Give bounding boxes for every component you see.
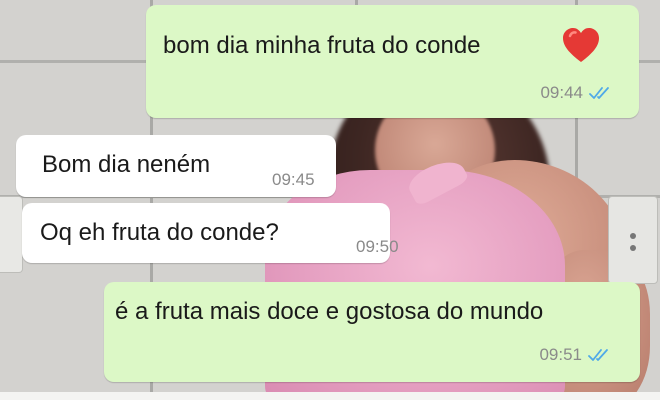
- message-time: 09:50: [356, 237, 399, 256]
- message-meta: 09:45: [272, 165, 315, 195]
- message-text: Oq eh fruta do conde?: [40, 219, 279, 246]
- message-meta: 09:51: [539, 340, 612, 370]
- message-bubble-incoming[interactable]: Oq eh fruta do conde? 09:50: [22, 203, 399, 263]
- message-text: bom dia minha fruta do conde: [163, 32, 481, 59]
- wall-outlet: [608, 196, 658, 284]
- message-bubble-outgoing[interactable]: é a fruta mais doce e gostosa do mundo 0…: [104, 282, 640, 382]
- next-message-edge: [0, 392, 660, 400]
- message-meta: 09:50: [356, 232, 399, 262]
- message-text: é a fruta mais doce e gostosa do mundo: [115, 298, 544, 325]
- wall-switch: [0, 196, 23, 273]
- message-text: Bom dia neném: [42, 151, 211, 178]
- message-meta: 09:44: [540, 78, 613, 108]
- double-check-read-icon: [588, 347, 612, 363]
- message-time: 09:45: [272, 170, 315, 189]
- message-time: 09:51: [539, 345, 582, 364]
- message-bubble-outgoing[interactable]: bom dia minha fruta do conde 09:44: [146, 5, 639, 118]
- message-bubble-incoming[interactable]: Bom dia neném 09:45: [16, 135, 336, 197]
- red-heart-icon: [561, 26, 601, 64]
- message-time: 09:44: [540, 83, 583, 102]
- double-check-read-icon: [589, 85, 613, 101]
